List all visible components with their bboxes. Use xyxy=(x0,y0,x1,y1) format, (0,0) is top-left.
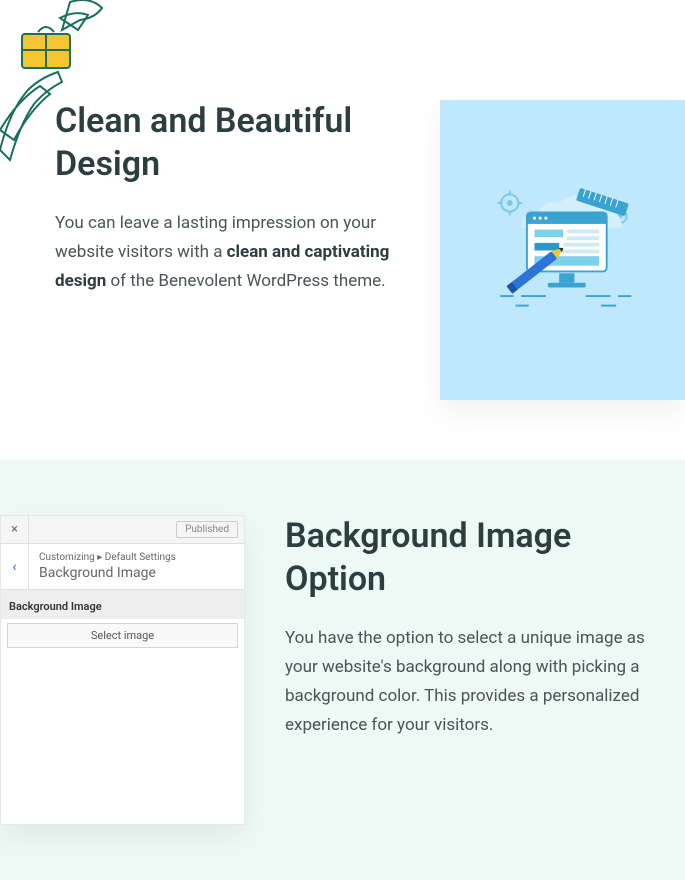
field-label: Background Image xyxy=(1,590,244,619)
breadcrumb: Customizing ▸ Default Settings Backgroun… xyxy=(29,544,186,589)
breadcrumb-path: Customizing ▸ Default Settings xyxy=(39,552,176,563)
close-icon[interactable]: × xyxy=(1,516,29,543)
body-after: of the Benevolent WordPress theme. xyxy=(106,271,385,291)
section-body: You have the option to select a unique i… xyxy=(285,624,655,740)
feature-section-background: × Published ‹ Customizing ▸ Default Sett… xyxy=(0,460,685,880)
chevron-left-icon[interactable]: ‹ xyxy=(1,544,29,589)
customizer-column: × Published ‹ Customizing ▸ Default Sett… xyxy=(0,515,245,825)
customizer-panel: × Published ‹ Customizing ▸ Default Sett… xyxy=(0,515,245,825)
design-illustration-card xyxy=(440,100,685,400)
customizer-topbar: × Published xyxy=(1,516,244,544)
feature-section-design: Clean and Beautiful Design You can leave… xyxy=(0,0,685,460)
monitor-design-icon xyxy=(468,173,658,328)
customizer-breadcrumb-row: ‹ Customizing ▸ Default Settings Backgro… xyxy=(1,544,244,590)
text-column: Background Image Option You have the opt… xyxy=(245,515,685,825)
section-heading: Background Image Option xyxy=(285,515,655,600)
breadcrumb-current: Background Image xyxy=(39,565,176,581)
gift-hands-illustration xyxy=(0,0,110,165)
section-body: You can leave a lasting impression on yo… xyxy=(55,209,400,296)
publish-status-button[interactable]: Published xyxy=(176,521,238,538)
image-column xyxy=(440,100,685,400)
select-image-button[interactable]: Select image xyxy=(7,623,238,648)
